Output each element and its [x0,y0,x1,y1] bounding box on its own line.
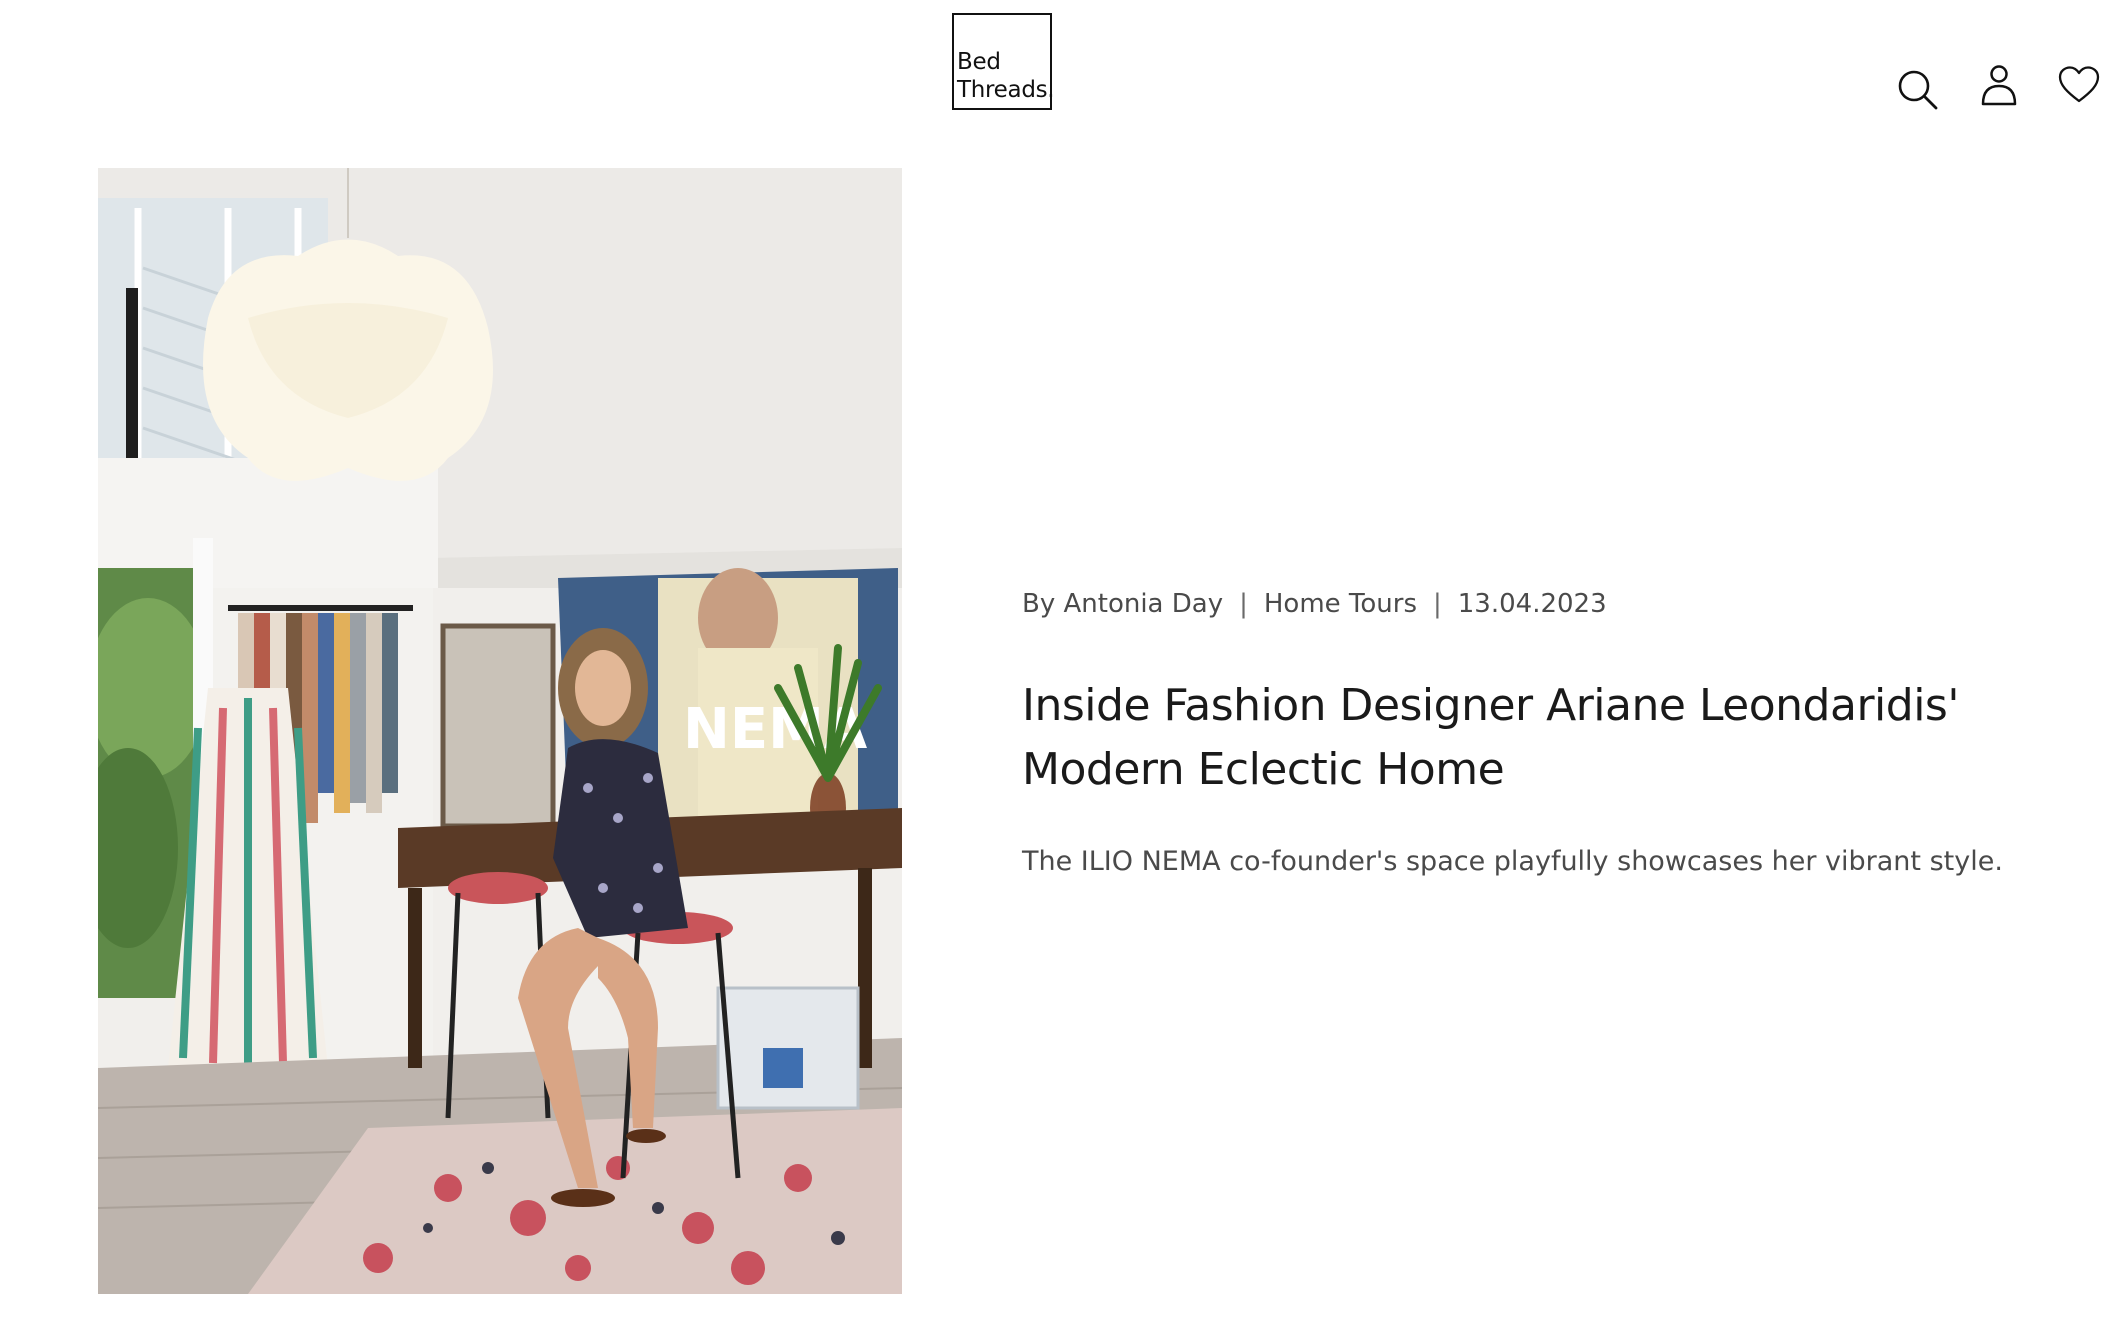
wishlist-heart-icon [2058,66,2100,103]
article-intro: By Antonia Day | Home Tours | 13.04.2023… [1022,584,2072,882]
article-title: Inside Fashion Designer Ariane Leondarid… [1022,680,1959,795]
page: Bed Threads. NEMA By Antonia Day | Home … [0,0,2126,1344]
account-icon [1981,65,2017,106]
publish-date: 13.04.2023 [1457,589,1607,619]
hero-image[interactable]: NEMA [98,168,902,1294]
article-subtitle: The ILIO NEMA co-founder's space playful… [1022,846,2003,877]
studio-photo: NEMA [98,168,902,1294]
meta-separator: | [1433,589,1442,619]
logo-line-2: Threads. [957,77,1055,103]
category-link[interactable]: Home Tours [1264,589,1417,619]
bed-threads-logo[interactable]: Bed Threads. [952,13,1055,110]
wishlist-button[interactable] [2051,57,2107,113]
search-icon [1898,70,1938,110]
author-link[interactable]: By Antonia Day [1022,589,1223,619]
meta-separator: | [1239,589,1248,619]
article-meta: By Antonia Day | Home Tours | 13.04.2023 [1022,584,2072,624]
account-button[interactable] [1971,58,2027,114]
logo-line-1: Bed [957,49,1001,75]
search-button[interactable] [1890,62,1946,118]
